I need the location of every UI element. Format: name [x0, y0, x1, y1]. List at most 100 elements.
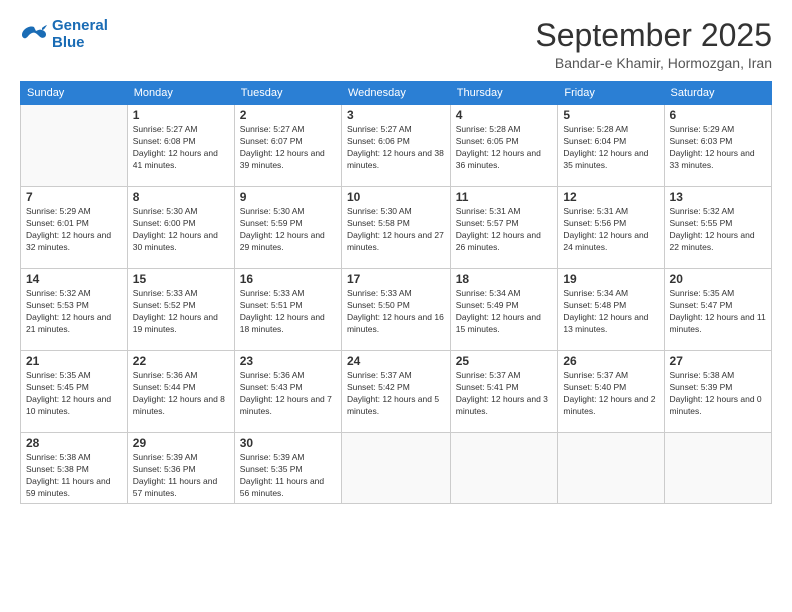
day-info: Sunrise: 5:30 AMSunset: 6:00 PMDaylight:…: [133, 206, 229, 254]
calendar-week-row: 21 Sunrise: 5:35 AMSunset: 5:45 PMDayligh…: [21, 351, 772, 433]
calendar-cell: 7Sunrise: 5:29 AMSunset: 6:01 PMDaylight…: [21, 187, 128, 269]
day-info: Sunrise: 5:28 AMSunset: 6:05 PMDaylight:…: [456, 124, 553, 172]
day-number: 2: [240, 108, 336, 122]
calendar-cell: 18 Sunrise: 5:34 AMSunset: 5:49 PMDayligh…: [450, 269, 558, 351]
col-header-wednesday: Wednesday: [341, 82, 450, 105]
day-number: 1: [133, 108, 229, 122]
day-number: 26: [563, 354, 658, 368]
logo-icon: [20, 23, 48, 47]
calendar-cell: 10 Sunrise: 5:30 AMSunset: 5:58 PMDayligh…: [341, 187, 450, 269]
day-number: 10: [347, 190, 445, 204]
calendar-cell: 25 Sunrise: 5:37 AMSunset: 5:41 PMDayligh…: [450, 351, 558, 433]
day-number: 17: [347, 272, 445, 286]
calendar-cell: 5Sunrise: 5:28 AMSunset: 6:04 PMDaylight…: [558, 105, 664, 187]
day-info: Sunrise: 5:31 AMSunset: 5:56 PMDaylight:…: [563, 206, 658, 254]
calendar-cell: 22 Sunrise: 5:36 AMSunset: 5:44 PMDayligh…: [127, 351, 234, 433]
day-number: 21: [26, 354, 122, 368]
calendar-cell: 30Sunrise: 5:39 AMSunset: 5:35 PMDayligh…: [234, 433, 341, 504]
calendar-cell: 24Sunrise: 5:37 AMSunset: 5:42 PMDayligh…: [341, 351, 450, 433]
logo-line1: General: [52, 17, 108, 34]
day-number: 28: [26, 436, 122, 450]
day-number: 11: [456, 190, 553, 204]
day-number: 14: [26, 272, 122, 286]
calendar-cell: [558, 433, 664, 504]
calendar-cell: [21, 105, 128, 187]
calendar-cell: 16Sunrise: 5:33 AMSunset: 5:51 PMDayligh…: [234, 269, 341, 351]
col-header-monday: Monday: [127, 82, 234, 105]
day-info: Sunrise: 5:36 AMSunset: 5:43 PMDaylight:…: [240, 370, 336, 418]
day-info: Sunrise: 5:33 AMSunset: 5:50 PMDaylight:…: [347, 288, 445, 336]
logo-line2: Blue: [52, 34, 85, 51]
calendar-cell: 9 Sunrise: 5:30 AMSunset: 5:59 PMDaylight…: [234, 187, 341, 269]
calendar-cell: 17 Sunrise: 5:33 AMSunset: 5:50 PMDayligh…: [341, 269, 450, 351]
day-number: 4: [456, 108, 553, 122]
day-number: 9: [240, 190, 336, 204]
col-header-sunday: Sunday: [21, 82, 128, 105]
day-info: Sunrise: 5:39 AMSunset: 5:36 PMDaylight:…: [133, 452, 229, 500]
day-info: Sunrise: 5:39 AMSunset: 5:35 PMDaylight:…: [240, 452, 336, 500]
logo-text: General Blue: [52, 18, 108, 51]
day-info: Sunrise: 5:37 AMSunset: 5:41 PMDaylight:…: [456, 370, 553, 418]
day-number: 23: [240, 354, 336, 368]
day-number: 27: [670, 354, 766, 368]
calendar-cell: 14Sunrise: 5:32 AMSunset: 5:53 PMDayligh…: [21, 269, 128, 351]
calendar-cell: [664, 433, 771, 504]
header: General Blue September 2025 Bandar-e Kha…: [20, 18, 772, 71]
day-number: 15: [133, 272, 229, 286]
day-number: 29: [133, 436, 229, 450]
col-header-tuesday: Tuesday: [234, 82, 341, 105]
day-info: Sunrise: 5:34 AMSunset: 5:48 PMDaylight:…: [563, 288, 658, 336]
location-title: Bandar-e Khamir, Hormozgan, Iran: [535, 55, 772, 71]
day-info: Sunrise: 5:35 AMSunset: 5:47 PMDaylight:…: [670, 288, 766, 336]
calendar-cell: 4 Sunrise: 5:28 AMSunset: 6:05 PMDaylight…: [450, 105, 558, 187]
calendar-header-row: SundayMondayTuesdayWednesdayThursdayFrid…: [21, 82, 772, 105]
calendar-cell: 19Sunrise: 5:34 AMSunset: 5:48 PMDayligh…: [558, 269, 664, 351]
calendar-cell: 11Sunrise: 5:31 AMSunset: 5:57 PMDayligh…: [450, 187, 558, 269]
calendar-cell: 13Sunrise: 5:32 AMSunset: 5:55 PMDayligh…: [664, 187, 771, 269]
calendar-week-row: 1 Sunrise: 5:27 AMSunset: 6:08 PMDaylight…: [21, 105, 772, 187]
day-number: 12: [563, 190, 658, 204]
day-info: Sunrise: 5:38 AMSunset: 5:38 PMDaylight:…: [26, 452, 122, 500]
day-info: Sunrise: 5:30 AMSunset: 5:59 PMDaylight:…: [240, 206, 336, 254]
calendar-cell: 1 Sunrise: 5:27 AMSunset: 6:08 PMDaylight…: [127, 105, 234, 187]
day-number: 25: [456, 354, 553, 368]
calendar-cell: 29 Sunrise: 5:39 AMSunset: 5:36 PMDayligh…: [127, 433, 234, 504]
calendar-week-row: 14Sunrise: 5:32 AMSunset: 5:53 PMDayligh…: [21, 269, 772, 351]
calendar-table: SundayMondayTuesdayWednesdayThursdayFrid…: [20, 81, 772, 504]
day-number: 5: [563, 108, 658, 122]
calendar-week-row: 7Sunrise: 5:29 AMSunset: 6:01 PMDaylight…: [21, 187, 772, 269]
month-title: September 2025: [535, 18, 772, 53]
calendar-cell: 12 Sunrise: 5:31 AMSunset: 5:56 PMDayligh…: [558, 187, 664, 269]
page: General Blue September 2025 Bandar-e Kha…: [0, 0, 792, 612]
day-info: Sunrise: 5:27 AMSunset: 6:06 PMDaylight:…: [347, 124, 445, 172]
calendar-cell: [341, 433, 450, 504]
col-header-friday: Friday: [558, 82, 664, 105]
day-info: Sunrise: 5:29 AMSunset: 6:01 PMDaylight:…: [26, 206, 122, 254]
calendar-week-row: 28 Sunrise: 5:38 AMSunset: 5:38 PMDayligh…: [21, 433, 772, 504]
col-header-saturday: Saturday: [664, 82, 771, 105]
calendar-cell: [450, 433, 558, 504]
calendar-cell: 26 Sunrise: 5:37 AMSunset: 5:40 PMDayligh…: [558, 351, 664, 433]
col-header-thursday: Thursday: [450, 82, 558, 105]
day-info: Sunrise: 5:33 AMSunset: 5:52 PMDaylight:…: [133, 288, 229, 336]
day-info: Sunrise: 5:33 AMSunset: 5:51 PMDaylight:…: [240, 288, 336, 336]
calendar-cell: 21 Sunrise: 5:35 AMSunset: 5:45 PMDayligh…: [21, 351, 128, 433]
day-number: 3: [347, 108, 445, 122]
calendar-cell: 6Sunrise: 5:29 AMSunset: 6:03 PMDaylight…: [664, 105, 771, 187]
day-info: Sunrise: 5:37 AMSunset: 5:40 PMDaylight:…: [563, 370, 658, 418]
day-info: Sunrise: 5:37 AMSunset: 5:42 PMDaylight:…: [347, 370, 445, 418]
calendar-cell: 28 Sunrise: 5:38 AMSunset: 5:38 PMDayligh…: [21, 433, 128, 504]
calendar-cell: 3 Sunrise: 5:27 AMSunset: 6:06 PMDaylight…: [341, 105, 450, 187]
day-info: Sunrise: 5:30 AMSunset: 5:58 PMDaylight:…: [347, 206, 445, 254]
day-info: Sunrise: 5:34 AMSunset: 5:49 PMDaylight:…: [456, 288, 553, 336]
calendar-cell: 8 Sunrise: 5:30 AMSunset: 6:00 PMDaylight…: [127, 187, 234, 269]
day-info: Sunrise: 5:35 AMSunset: 5:45 PMDaylight:…: [26, 370, 122, 418]
calendar-cell: 15 Sunrise: 5:33 AMSunset: 5:52 PMDayligh…: [127, 269, 234, 351]
day-number: 18: [456, 272, 553, 286]
calendar-cell: 23 Sunrise: 5:36 AMSunset: 5:43 PMDayligh…: [234, 351, 341, 433]
day-info: Sunrise: 5:38 AMSunset: 5:39 PMDaylight:…: [670, 370, 766, 418]
day-number: 22: [133, 354, 229, 368]
day-info: Sunrise: 5:36 AMSunset: 5:44 PMDaylight:…: [133, 370, 229, 418]
day-number: 8: [133, 190, 229, 204]
day-info: Sunrise: 5:27 AMSunset: 6:08 PMDaylight:…: [133, 124, 229, 172]
